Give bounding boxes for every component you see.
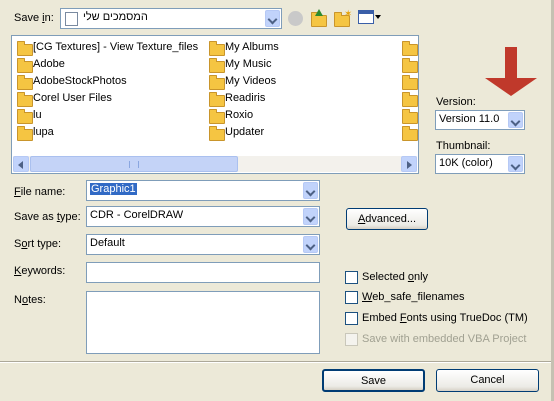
save-as-type-value: CDR - CorelDRAW <box>90 209 184 221</box>
file-list-item-label: Roxio <box>225 109 254 121</box>
video-folder-icon <box>209 75 225 90</box>
chevron-down-icon[interactable] <box>303 182 318 199</box>
file-name-combo[interactable]: Graphic1 <box>86 180 320 201</box>
file-list-item-label: Corel User Files <box>33 92 112 104</box>
scroll-right-button[interactable] <box>401 156 417 172</box>
file-list-item-label: My Music <box>225 58 272 70</box>
new-folder-icon[interactable]: ✶ <box>334 9 352 27</box>
file-list-item-label: lu <box>33 109 42 121</box>
file-name-value[interactable]: Graphic1 <box>90 183 137 195</box>
file-list-item-label: Adobe <box>33 58 65 70</box>
cancel-button[interactable]: Cancel <box>436 369 539 392</box>
red-arrow-icon <box>505 47 517 81</box>
file-list-item-label: My Albums <box>225 41 279 53</box>
chevron-down-icon[interactable] <box>265 10 280 27</box>
selected-only-checkbox[interactable] <box>345 271 358 284</box>
folder-icon[interactable] <box>402 109 418 124</box>
thumbnail-value: 10K (color) <box>439 157 493 169</box>
sort-type-value: Default <box>90 237 125 249</box>
file-list-item-label: Readiris <box>225 92 266 104</box>
save-in-label: Save in: <box>14 12 54 24</box>
save-button[interactable]: Save <box>322 369 425 392</box>
folder-icon <box>17 92 33 107</box>
folder-icon <box>209 126 225 141</box>
save-as-type-combo[interactable]: CDR - CorelDRAW <box>86 206 320 227</box>
file-list-item-label: AdobeStockPhotos <box>33 75 127 87</box>
folder-icon <box>17 126 33 141</box>
thumbnail-combo[interactable]: 10K (color) <box>435 154 525 174</box>
file-name-label: File name: <box>14 186 66 198</box>
notes-label: Notes: <box>14 294 46 306</box>
folder-icon <box>17 109 33 124</box>
up-folder-icon[interactable] <box>311 9 327 27</box>
embed-fonts-checkbox[interactable] <box>345 312 358 325</box>
advanced-button-label: Advanced... <box>357 213 417 225</box>
save-in-value: המסמכים שלי <box>83 11 148 23</box>
save-as-type-label: Save as type: <box>14 211 81 223</box>
file-list-item-label: My Videos <box>225 75 277 87</box>
chevron-down-icon[interactable] <box>508 156 523 172</box>
keywords-label: Keywords: <box>14 265 66 277</box>
scroll-thumb[interactable] <box>30 156 238 172</box>
folder-icon <box>209 92 225 107</box>
chevron-down-icon[interactable] <box>303 208 318 225</box>
selected-only-label[interactable]: Selected only <box>362 271 428 283</box>
notes-textarea[interactable] <box>86 291 320 354</box>
separator-highlight <box>0 362 554 363</box>
save-in-combo[interactable]: המסמכים שלי <box>60 8 282 29</box>
folder-icon[interactable] <box>402 41 418 56</box>
music-folder-icon <box>209 58 225 73</box>
folder-icon <box>17 75 33 90</box>
version-combo[interactable]: Version 11.0 <box>435 110 525 130</box>
file-list-item-label: [CG Textures] - View Texture_files <box>33 41 199 53</box>
folder-icon[interactable] <box>402 58 418 73</box>
folder-icon <box>17 41 33 56</box>
folder-icon[interactable] <box>402 75 418 90</box>
keywords-input[interactable] <box>86 262 320 283</box>
documents-folder-icon <box>65 12 78 26</box>
scroll-left-button[interactable] <box>13 156 29 172</box>
web-safe-checkbox[interactable] <box>345 291 358 304</box>
thumbnail-label: Thumbnail: <box>436 140 491 152</box>
sort-type-combo[interactable]: Default <box>86 234 320 255</box>
version-value: Version 11.0 <box>439 113 500 125</box>
folder-icon[interactable] <box>402 92 418 107</box>
sort-type-label: Sort type: <box>14 238 62 250</box>
red-arrow-head-icon <box>485 78 537 96</box>
folder-icon[interactable] <box>402 126 418 141</box>
file-list[interactable]: [CG Textures] - View Texture_files Adobe A… <box>11 35 419 174</box>
chevron-down-icon[interactable] <box>508 112 523 128</box>
folder-icon <box>17 58 33 73</box>
vba-label: Save with embedded VBA Project <box>362 333 527 345</box>
advanced-button[interactable]: Advanced... <box>346 208 428 230</box>
chevron-down-icon[interactable] <box>303 236 318 253</box>
view-menu-icon[interactable] <box>358 10 374 24</box>
web-safe-label[interactable]: Web_safe_filenames <box>362 291 465 303</box>
vba-checkbox <box>345 333 358 346</box>
embed-fonts-label[interactable]: Embed Fonts using TrueDoc (TM) <box>362 312 528 324</box>
file-list-item-label: Updater <box>225 126 265 138</box>
view-dropdown-arrow-icon[interactable] <box>375 15 381 19</box>
version-label: Version: <box>436 96 476 108</box>
back-icon[interactable] <box>288 11 303 26</box>
horizontal-scrollbar[interactable] <box>13 156 417 172</box>
folder-icon <box>209 41 225 56</box>
file-list-item-label: lupa <box>33 126 54 138</box>
folder-icon <box>209 109 225 124</box>
